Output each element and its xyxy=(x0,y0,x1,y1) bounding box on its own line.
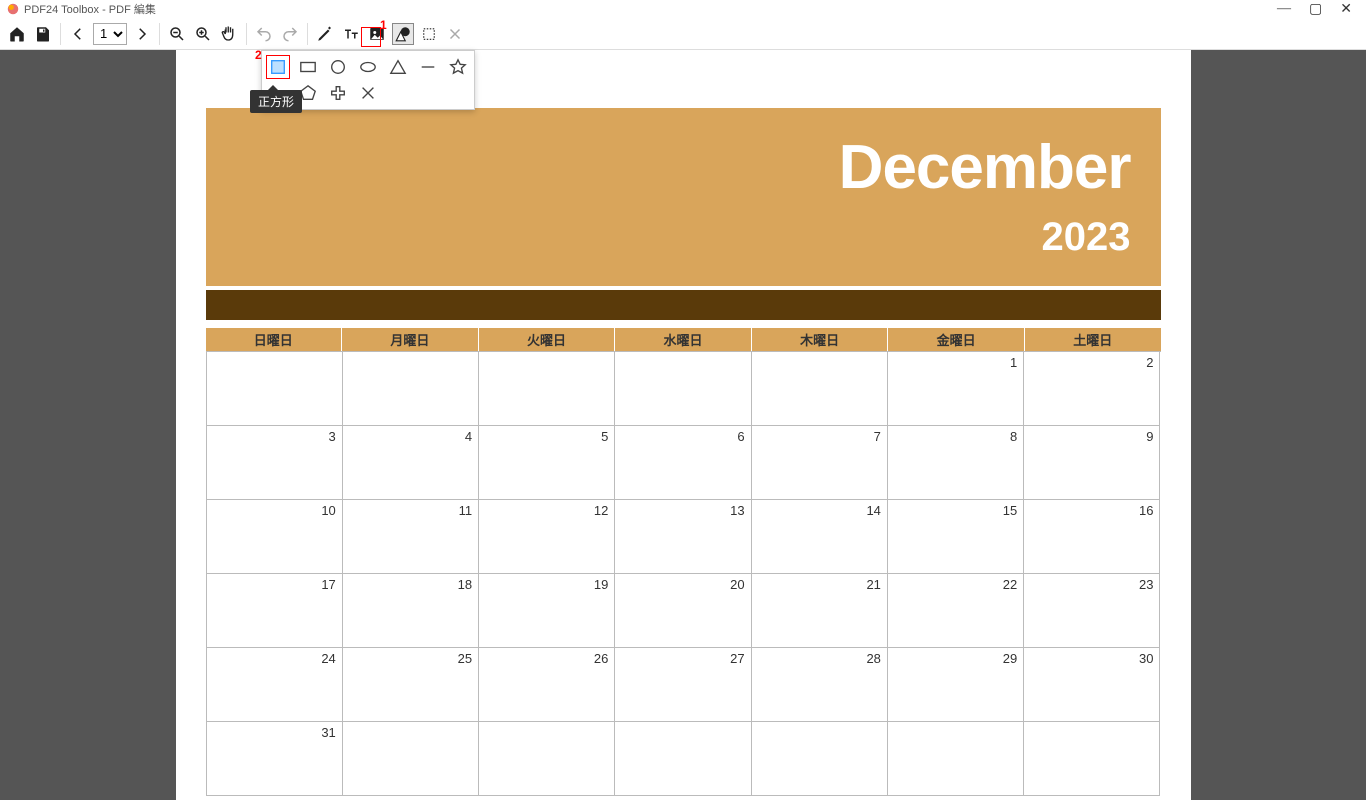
text-button[interactable] xyxy=(340,23,362,45)
calendar-row: 17181920212223 xyxy=(207,574,1161,648)
calendar-grid: 1234567891011121314151617181920212223242… xyxy=(206,351,1161,796)
calendar-day-header: 土曜日 xyxy=(1025,328,1161,351)
calendar-cell: 28 xyxy=(752,648,888,722)
calendar-cell: 30 xyxy=(1024,648,1160,722)
shape-plus[interactable] xyxy=(326,81,350,105)
undo-button[interactable] xyxy=(253,23,275,45)
calendar-cell: 13 xyxy=(615,500,751,574)
next-page-button[interactable] xyxy=(131,23,153,45)
minimize-button[interactable]: — xyxy=(1277,1,1291,18)
calendar-header: December 2023 xyxy=(206,108,1161,286)
calendar-month: December xyxy=(206,108,1131,203)
select-area-button[interactable] xyxy=(418,23,440,45)
pdf-page: December 2023 日曜日月曜日火曜日水曜日木曜日金曜日土曜日 1234… xyxy=(176,50,1191,800)
save-button[interactable] xyxy=(32,23,54,45)
pan-button[interactable] xyxy=(218,23,240,45)
workspace[interactable]: December 2023 日曜日月曜日火曜日水曜日木曜日金曜日土曜日 1234… xyxy=(0,50,1366,800)
page-select[interactable]: 1 xyxy=(93,23,127,45)
zoom-out-button[interactable] xyxy=(166,23,188,45)
shape-tooltip: 正方形 xyxy=(250,90,302,113)
calendar-cell xyxy=(615,722,751,796)
calendar-cell: 1 xyxy=(888,352,1024,426)
calendar-cell: 22 xyxy=(888,574,1024,648)
calendar-cell xyxy=(888,722,1024,796)
calendar-year: 2023 xyxy=(206,215,1131,260)
calendar-cell xyxy=(752,352,888,426)
calendar-cell: 27 xyxy=(615,648,751,722)
main-toolbar: 1 xyxy=(0,18,1366,50)
calendar-cell: 11 xyxy=(343,500,479,574)
calendar-cell: 8 xyxy=(888,426,1024,500)
calendar-cell xyxy=(343,352,479,426)
calendar-cell: 20 xyxy=(615,574,751,648)
calendar-cell: 21 xyxy=(752,574,888,648)
calendar-day-header: 火曜日 xyxy=(479,328,616,351)
calendar-cell: 18 xyxy=(343,574,479,648)
calendar-bar xyxy=(206,290,1161,320)
home-button[interactable] xyxy=(6,23,28,45)
shape-square[interactable] xyxy=(266,55,290,79)
calendar-row: 31 xyxy=(207,722,1161,796)
calendar-cell: 24 xyxy=(207,648,343,722)
calendar-cell: 6 xyxy=(615,426,751,500)
calendar-day-header: 木曜日 xyxy=(752,328,889,351)
calendar-cell: 2 xyxy=(1024,352,1160,426)
calendar-day-header: 水曜日 xyxy=(615,328,752,351)
calendar-cell xyxy=(479,352,615,426)
calendar-cell: 23 xyxy=(1024,574,1160,648)
calendar-cell: 25 xyxy=(343,648,479,722)
image-button[interactable] xyxy=(366,23,388,45)
calendar-cell: 16 xyxy=(1024,500,1160,574)
calendar-cell xyxy=(1024,722,1160,796)
calendar-row: 24252627282930 xyxy=(207,648,1161,722)
window-controls: — ▢ ✕ xyxy=(1277,1,1360,18)
calendar-cell xyxy=(615,352,751,426)
calendar-cell: 14 xyxy=(752,500,888,574)
calendar-row: 3456789 xyxy=(207,426,1161,500)
calendar-cell: 19 xyxy=(479,574,615,648)
calendar-day-header: 日曜日 xyxy=(206,328,343,351)
calendar-cell: 9 xyxy=(1024,426,1160,500)
calendar-day-headers: 日曜日月曜日火曜日水曜日木曜日金曜日土曜日 xyxy=(206,328,1161,351)
calendar-cell: 31 xyxy=(207,722,343,796)
calendar-row: 10111213141516 xyxy=(207,500,1161,574)
shape-rectangle[interactable] xyxy=(296,55,320,79)
calendar-row: 12 xyxy=(207,352,1161,426)
calendar-cell xyxy=(343,722,479,796)
shape-ellipse[interactable] xyxy=(356,55,380,79)
shape-triangle[interactable] xyxy=(386,55,410,79)
calendar-cell: 3 xyxy=(207,426,343,500)
calendar-cell: 29 xyxy=(888,648,1024,722)
calendar-cell xyxy=(752,722,888,796)
close-button[interactable]: ✕ xyxy=(1340,1,1352,18)
calendar-cell: 17 xyxy=(207,574,343,648)
calendar-cell: 4 xyxy=(343,426,479,500)
calendar-cell: 12 xyxy=(479,500,615,574)
maximize-button[interactable]: ▢ xyxy=(1309,1,1322,18)
redo-button[interactable] xyxy=(279,23,301,45)
pencil-button[interactable] xyxy=(314,23,336,45)
shapes-button[interactable] xyxy=(392,23,414,45)
calendar-day-header: 月曜日 xyxy=(342,328,479,351)
shape-star[interactable] xyxy=(446,55,470,79)
calendar-cell: 26 xyxy=(479,648,615,722)
calendar-cell: 7 xyxy=(752,426,888,500)
app-icon xyxy=(6,2,20,16)
calendar-cell: 5 xyxy=(479,426,615,500)
shape-circle[interactable] xyxy=(326,55,350,79)
prev-page-button[interactable] xyxy=(67,23,89,45)
shape-cross[interactable] xyxy=(356,81,380,105)
delete-button[interactable] xyxy=(444,23,466,45)
calendar-cell: 15 xyxy=(888,500,1024,574)
zoom-in-button[interactable] xyxy=(192,23,214,45)
calendar-day-header: 金曜日 xyxy=(888,328,1025,351)
calendar-cell xyxy=(479,722,615,796)
calendar-cell xyxy=(207,352,343,426)
title-bar: PDF24 Toolbox - PDF 編集 — ▢ ✕ xyxy=(0,0,1366,18)
window-title: PDF24 Toolbox - PDF 編集 xyxy=(24,1,156,17)
calendar-cell: 10 xyxy=(207,500,343,574)
shape-line[interactable] xyxy=(416,55,440,79)
